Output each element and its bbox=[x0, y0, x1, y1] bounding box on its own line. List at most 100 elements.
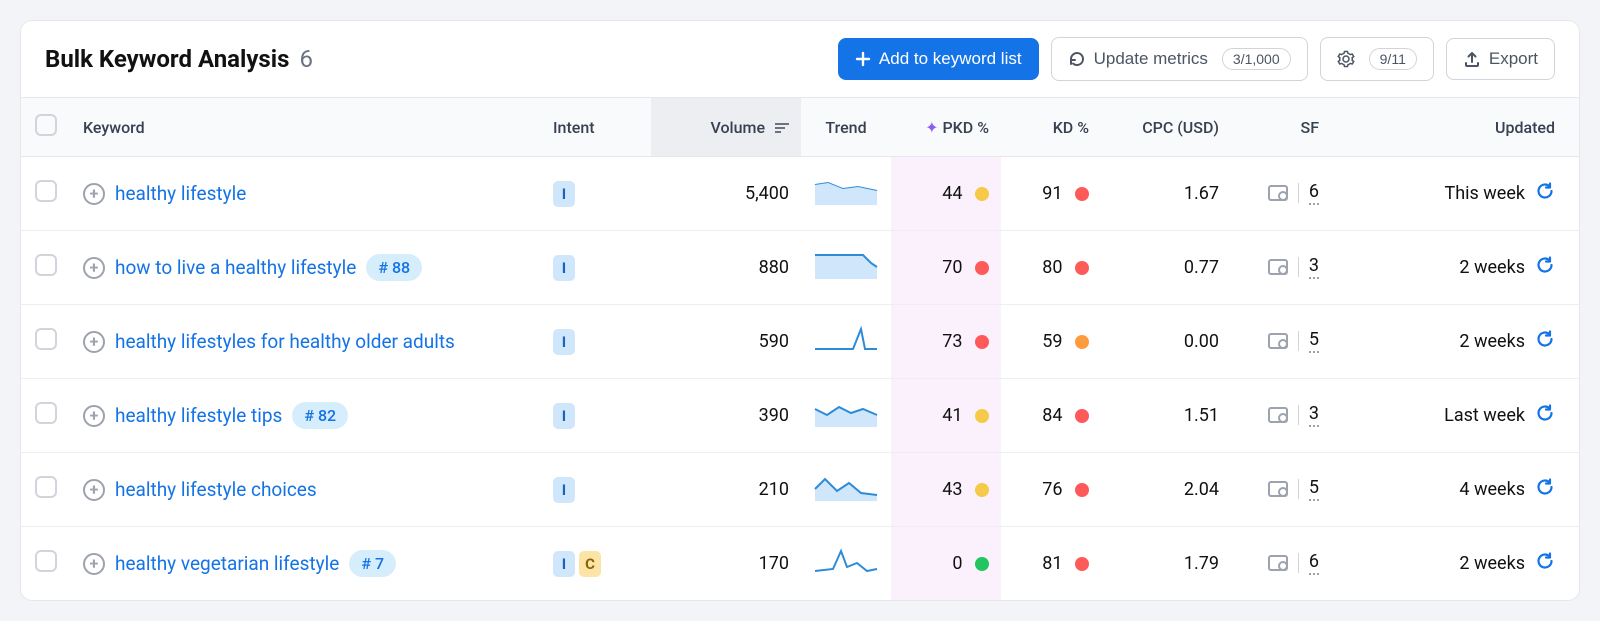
page-title: Bulk Keyword Analysis bbox=[45, 45, 289, 73]
header-pkd[interactable]: ✦PKD % bbox=[891, 98, 1001, 157]
sf-count[interactable]: 3 bbox=[1309, 255, 1319, 279]
keyword-link[interactable]: healthy vegetarian lifestyle bbox=[115, 552, 339, 575]
expand-icon[interactable]: + bbox=[83, 479, 105, 501]
header-volume[interactable]: Volume bbox=[651, 98, 801, 157]
sf-count[interactable]: 6 bbox=[1309, 551, 1319, 575]
pkd-dot-icon bbox=[975, 557, 989, 571]
header-trend[interactable]: Trend bbox=[801, 98, 891, 157]
checkbox-icon bbox=[35, 114, 57, 136]
header-updated[interactable]: Updated bbox=[1331, 98, 1579, 157]
keyword-link[interactable]: how to live a healthy lifestyle bbox=[115, 256, 356, 279]
row-checkbox[interactable] bbox=[35, 402, 57, 424]
sf-count[interactable]: 5 bbox=[1309, 477, 1319, 501]
row-checkbox[interactable] bbox=[35, 550, 57, 572]
export-button[interactable]: Export bbox=[1446, 38, 1555, 80]
sf-count[interactable]: 5 bbox=[1309, 329, 1319, 353]
header-sf[interactable]: SF bbox=[1231, 98, 1331, 157]
refresh-row-button[interactable] bbox=[1535, 329, 1555, 354]
header-cpc[interactable]: CPC (USD) bbox=[1101, 98, 1231, 157]
columns-settings-button[interactable]: 9/11 bbox=[1320, 37, 1434, 81]
intent-badge-I: I bbox=[553, 181, 575, 207]
header-kd[interactable]: KD % bbox=[1001, 98, 1101, 157]
pkd-dot-icon bbox=[975, 261, 989, 275]
sf-count[interactable]: 3 bbox=[1309, 403, 1319, 427]
cpc-value: 1.67 bbox=[1101, 157, 1231, 231]
header-intent[interactable]: Intent bbox=[541, 98, 651, 157]
volume-value: 390 bbox=[651, 379, 801, 453]
refresh-row-button[interactable] bbox=[1535, 255, 1555, 280]
kd-cell: 59 bbox=[1001, 305, 1101, 379]
reload-icon bbox=[1068, 50, 1086, 68]
updated-text: 2 weeks bbox=[1459, 331, 1525, 352]
intent-badge-I: I bbox=[553, 329, 575, 355]
panel-header: Bulk Keyword Analysis 6 Add to keyword l… bbox=[21, 21, 1579, 97]
serp-features-icon[interactable] bbox=[1268, 185, 1288, 201]
update-metrics-button[interactable]: Update metrics 3/1,000 bbox=[1051, 37, 1308, 81]
pkd-dot-icon bbox=[975, 409, 989, 423]
cpc-value: 0.00 bbox=[1101, 305, 1231, 379]
divider bbox=[1298, 257, 1299, 277]
row-checkbox[interactable] bbox=[35, 254, 57, 276]
row-checkbox[interactable] bbox=[35, 476, 57, 498]
cpc-value: 2.04 bbox=[1101, 453, 1231, 527]
header-pkd-label: PKD % bbox=[942, 118, 989, 137]
table-row: + healthy vegetarian lifestyle # 7 IC 17… bbox=[21, 527, 1579, 601]
keyword-link[interactable]: healthy lifestyle bbox=[115, 182, 246, 205]
plus-icon bbox=[855, 51, 871, 67]
refresh-row-button[interactable] bbox=[1535, 551, 1555, 576]
keyword-link[interactable]: healthy lifestyles for healthy older adu… bbox=[115, 330, 455, 353]
header-keyword[interactable]: Keyword bbox=[71, 98, 541, 157]
serp-features-icon[interactable] bbox=[1268, 259, 1288, 275]
pkd-dot-icon bbox=[975, 335, 989, 349]
keyword-table: Keyword Intent Volume Trend ✦PKD % KD % … bbox=[21, 97, 1579, 600]
kd-dot-icon bbox=[1075, 557, 1089, 571]
keyword-link[interactable]: healthy lifestyle choices bbox=[115, 478, 317, 501]
table-row: + healthy lifestyle I 5,400 44 91 1.67 6… bbox=[21, 157, 1579, 231]
divider bbox=[1298, 553, 1299, 573]
pkd-cell: 41 bbox=[891, 379, 1001, 453]
volume-value: 590 bbox=[651, 305, 801, 379]
header-volume-label: Volume bbox=[710, 118, 765, 137]
updated-text: 2 weeks bbox=[1459, 257, 1525, 278]
rank-pill: # 7 bbox=[349, 550, 396, 577]
table-row: + how to live a healthy lifestyle # 88 I… bbox=[21, 231, 1579, 305]
serp-features-icon[interactable] bbox=[1268, 407, 1288, 423]
rank-pill: # 88 bbox=[366, 254, 422, 281]
header-select-all[interactable] bbox=[21, 98, 71, 157]
volume-value: 5,400 bbox=[651, 157, 801, 231]
expand-icon[interactable]: + bbox=[83, 331, 105, 353]
add-button-label: Add to keyword list bbox=[879, 49, 1022, 69]
refresh-row-button[interactable] bbox=[1535, 477, 1555, 502]
trend-sparkline bbox=[801, 453, 891, 527]
refresh-row-button[interactable] bbox=[1535, 181, 1555, 206]
expand-icon[interactable]: + bbox=[83, 183, 105, 205]
row-checkbox[interactable] bbox=[35, 328, 57, 350]
title-wrap: Bulk Keyword Analysis 6 bbox=[45, 45, 826, 73]
serp-features-icon[interactable] bbox=[1268, 555, 1288, 571]
keyword-link[interactable]: healthy lifestyle tips bbox=[115, 404, 282, 427]
refresh-row-button[interactable] bbox=[1535, 403, 1555, 428]
serp-features-icon[interactable] bbox=[1268, 481, 1288, 497]
intent-badge-C: C bbox=[579, 551, 601, 577]
pkd-dot-icon bbox=[975, 483, 989, 497]
table-row: + healthy lifestyles for healthy older a… bbox=[21, 305, 1579, 379]
cpc-value: 0.77 bbox=[1101, 231, 1231, 305]
expand-icon[interactable]: + bbox=[83, 257, 105, 279]
divider bbox=[1298, 183, 1299, 203]
table-row: + healthy lifestyle choices I 210 43 76 … bbox=[21, 453, 1579, 527]
trend-sparkline bbox=[801, 231, 891, 305]
expand-icon[interactable]: + bbox=[83, 405, 105, 427]
columns-count-pill: 9/11 bbox=[1369, 48, 1417, 70]
kd-dot-icon bbox=[1075, 261, 1089, 275]
header-row: Keyword Intent Volume Trend ✦PKD % KD % … bbox=[21, 98, 1579, 157]
intent-badge-I: I bbox=[553, 551, 575, 577]
sf-count[interactable]: 6 bbox=[1309, 181, 1319, 205]
row-checkbox[interactable] bbox=[35, 180, 57, 202]
volume-value: 170 bbox=[651, 527, 801, 601]
add-to-keyword-list-button[interactable]: Add to keyword list bbox=[838, 38, 1039, 80]
kd-dot-icon bbox=[1075, 187, 1089, 201]
intent-badge-I: I bbox=[553, 255, 575, 281]
serp-features-icon[interactable] bbox=[1268, 333, 1288, 349]
expand-icon[interactable]: + bbox=[83, 553, 105, 575]
update-button-label: Update metrics bbox=[1094, 49, 1208, 69]
